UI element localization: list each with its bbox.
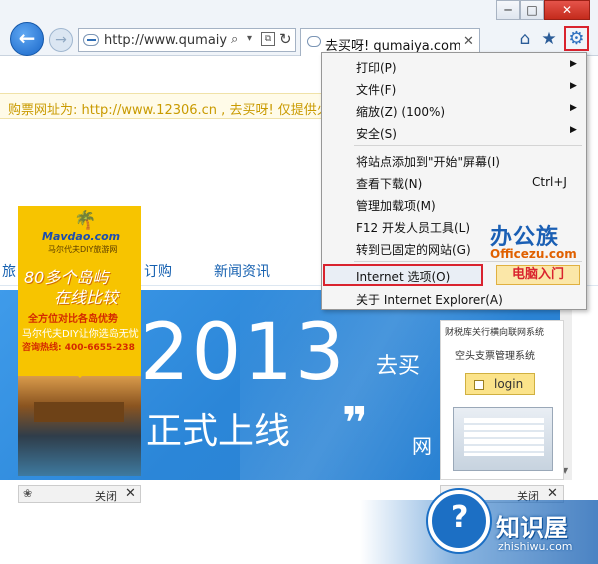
ad-right-subtitle: 空头支票管理系统 [455,351,535,362]
banner-go-text: 去买 [376,354,421,379]
watermark-logo-tag: 电脑入门 [496,265,580,285]
ad-headline-2: 在线比较 [54,288,119,307]
close-window-button[interactable]: ✕ [544,0,590,20]
menu-item-label: 将站点添加到"开始"屏幕(I) [356,155,500,169]
software-screenshot [453,407,553,471]
menu-item-about-ie[interactable]: 关于 Internet Explorer(A) [324,287,584,309]
nav-link-news[interactable]: 新闻资讯 [214,261,270,281]
watermark-logo-en: Officezu.com [490,247,577,261]
forward-button[interactable]: → [49,28,73,52]
ad-close-label[interactable]: 关闭 [95,488,117,504]
notice-text: 购票网址为: http://www.12306.cn , 去买呀! 仅提供火车 [8,103,343,118]
tab-favicon-icon [307,36,321,47]
ad-line-2: 马尔代夫DIY让你选岛无忧 [22,329,139,340]
ad-logo-subtitle: 马尔代夫DIY旅游网 [48,245,118,254]
menu-item-label: Internet 选项(O) [356,270,451,284]
menu-item-label: 缩放(Z) (100%) [356,105,446,119]
close-icon[interactable]: ✕ [547,486,558,501]
minimize-button[interactable]: ─ [496,0,520,20]
question-mark-icon: ? [451,500,469,535]
notice-bar: 购票网址为: http://www.12306.cn , 去买呀! 仅提供火车 [0,93,343,119]
menu-item-manage-addons[interactable]: 管理加载项(M) [324,193,584,215]
submenu-arrow-icon: ▶ [570,103,577,113]
menu-item-view-downloads[interactable]: 查看下载(N) Ctrl+J [324,171,584,193]
menu-item-label: 打印(P) [356,61,397,75]
menu-item-label: 管理加载项(M) [356,199,436,213]
ad-line: 全方位对比各岛优势 [28,314,118,325]
menu-separator [354,145,582,146]
maximize-button[interactable]: □ [520,0,544,20]
submenu-arrow-icon: ▶ [570,81,577,91]
banner-subtitle: 正式上线 [146,411,291,452]
banner-net-text: 网 [412,434,432,458]
ad-logo: Mavdao.com [42,230,121,243]
resort-photo [18,376,141,476]
menu-item-zoom[interactable]: 缩放(Z) (100%) ▶ [324,99,584,121]
login-button[interactable]: login [465,373,535,395]
left-ad-close-bar: ❀ 关闭 ✕ [18,485,141,503]
watermark-site-name: 知识屋 [496,514,568,542]
menu-item-label: 文件(F) [356,83,397,97]
watermark-logo: ? [428,490,490,552]
menu-item-add-to-start[interactable]: 将站点添加到"开始"屏幕(I) [324,149,584,171]
arrow-down-icon [58,356,102,378]
login-label: login [494,377,524,391]
favorites-star-icon[interactable]: ★ [538,28,560,50]
right-advertisement[interactable]: 财税库关行横向联网系统 空头支票管理系统 login [440,320,564,480]
menu-item-label: F12 开发人员工具(L) [356,221,471,235]
menu-item-label: 查看下载(N) [356,177,423,191]
left-advertisement[interactable]: 🌴 Mavdao.com 马尔代夫DIY旅游网 80多个岛屿 在线比较 全方位对… [18,206,141,476]
paw-icon: ❀ [23,487,33,500]
quote-mark-icon: ❞ [342,398,368,449]
address-bar[interactable]: http://www.qumaiy ⌕ ▾ ⧉ ↻ [78,28,296,52]
menu-item-print[interactable]: 打印(P) ▶ [324,55,584,77]
nav-link-travel[interactable]: 旅 [2,261,16,281]
browser-chrome: ─ □ ✕ ← → http://www.qumaiy ⌕ ▾ ⧉ ↻ 去买呀!… [0,0,598,56]
submenu-arrow-icon: ▶ [570,125,577,135]
ad-phone: 咨询热线: 400-6655-238 [22,343,135,353]
tools-menu: 打印(P) ▶ 文件(F) ▶ 缩放(Z) (100%) ▶ 安全(S) ▶ 将… [321,52,587,310]
gear-icon[interactable]: ⚙ [564,26,589,51]
chevron-down-icon[interactable]: ▾ [247,33,252,44]
menu-item-label: 转到已固定的网站(G) [356,243,471,257]
close-icon[interactable]: ✕ [125,486,136,501]
refresh-icon[interactable]: ↻ [279,30,292,48]
watermark-site-url: zhishiwu.com [498,540,573,553]
search-icon[interactable]: ⌕ [231,32,238,47]
compatibility-view-icon[interactable]: ⧉ [261,32,275,46]
site-favicon-icon [83,34,99,46]
menu-item-label: 安全(S) [356,127,397,141]
address-url[interactable]: http://www.qumaiy [104,33,228,48]
submenu-arrow-icon: ▶ [570,59,577,69]
tab-close-icon[interactable]: ✕ [463,34,474,49]
banner-year: 2013 [140,308,347,398]
nav-link-order[interactable]: 订购 [144,261,172,281]
menu-item-internet-options[interactable]: Internet 选项(O) [323,264,483,286]
ad-right-title: 财税库关行横向联网系统 [445,328,545,338]
checkbox-icon [474,380,484,390]
officezu-watermark: 办公族 Officezu.com 电脑入门 [490,217,580,285]
palm-tree-icon: 🌴 [74,210,97,231]
menu-item-safety[interactable]: 安全(S) ▶ [324,121,584,143]
menu-item-label: 关于 Internet Explorer(A) [356,293,503,307]
menu-item-shortcut: Ctrl+J [532,175,567,189]
home-icon[interactable]: ⌂ [514,28,536,50]
menu-item-file[interactable]: 文件(F) ▶ [324,77,584,99]
back-button[interactable]: ← [10,22,44,56]
